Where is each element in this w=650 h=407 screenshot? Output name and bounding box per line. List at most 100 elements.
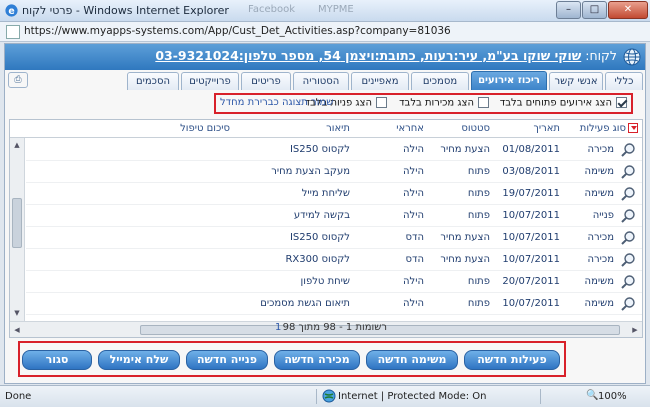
sort-down-icon[interactable] xyxy=(628,123,638,133)
cell-status: הצעת מחיר xyxy=(440,144,490,155)
header-date[interactable]: תאריך xyxy=(533,123,560,134)
status-separator xyxy=(316,389,317,404)
cell-owner: הילה xyxy=(403,188,424,199)
tab-events-summary[interactable]: ריכוז אירועים xyxy=(471,71,547,90)
url-text[interactable]: https://www.myapps-systems.com/App/Cust_… xyxy=(24,25,451,37)
grid-header: סוג פעילות תאריך סטטוס אחראי תיאור סיכום… xyxy=(10,120,642,138)
new-sale-button[interactable]: מכירה חדשה xyxy=(274,350,360,370)
table-row[interactable]: מכירה 01/08/2011 הצעת מחיר הילה לקסוס IS250 xyxy=(26,139,642,161)
cell-owner: הדס xyxy=(405,232,424,243)
cell-description: תיאום הגשת מסמכים xyxy=(260,298,350,309)
header-status[interactable]: סטטוס xyxy=(461,123,490,134)
tab-bar: כללי אנשי קשר ריכוז אירועים מסמכים מאפיי… xyxy=(5,70,645,90)
search-icon[interactable] xyxy=(620,274,636,290)
status-bar: Done Internet | Protected Mode: On 🔍 100… xyxy=(0,385,650,407)
search-icon[interactable] xyxy=(620,208,636,224)
cell-description: שיחת טלפון xyxy=(300,276,350,287)
cell-status: פתוח xyxy=(467,276,490,287)
cell-date: 10/07/2011 xyxy=(502,254,560,265)
new-activity-button[interactable]: פעילות חדשה xyxy=(464,350,560,370)
filter-open-events[interactable]: הצג אירועים פתוחים בלבד xyxy=(500,97,627,112)
scroll-up-icon[interactable]: ▲ xyxy=(12,140,22,150)
cell-date: 10/07/2011 xyxy=(502,210,560,221)
open-events-checkbox[interactable] xyxy=(616,97,627,108)
cell-owner: הילה xyxy=(403,298,424,309)
cell-description: מעקב הצעת מחיר xyxy=(271,166,350,177)
status-separator xyxy=(540,389,541,404)
tab-general[interactable]: כללי xyxy=(605,72,643,90)
vertical-scrollbar[interactable]: ▲ ▼ xyxy=(10,138,25,321)
internet-explorer-icon: e xyxy=(5,4,18,17)
cell-activity-type: משימה xyxy=(584,166,614,177)
close-button[interactable]: סגור xyxy=(22,350,92,370)
cell-activity-type: משימה xyxy=(584,188,614,199)
new-request-button[interactable]: פנייה חדשה xyxy=(186,350,268,370)
cell-status: פתוח xyxy=(467,298,490,309)
search-icon[interactable] xyxy=(620,296,636,312)
send-email-button[interactable]: שלח אימייל xyxy=(98,350,180,370)
scroll-down-icon[interactable]: ▼ xyxy=(12,308,22,318)
sales-only-label: הצג מכירות בלבד xyxy=(399,97,474,109)
tab-items[interactable]: פריטים xyxy=(241,72,291,90)
table-row[interactable]: מכירה 10/07/2011 הצעת מחיר הדס לקסוס RX300 xyxy=(26,249,642,271)
cell-activity-type: משימה xyxy=(584,298,614,309)
cell-owner: הילה xyxy=(403,166,424,177)
ghost-tab-facebook: Facebook xyxy=(248,4,295,15)
requests-only-checkbox[interactable] xyxy=(376,97,387,108)
tab-history[interactable]: הסטוריה xyxy=(293,72,349,90)
tab-agreements[interactable]: הסכמים xyxy=(127,72,179,90)
cell-owner: הילה xyxy=(403,210,424,221)
search-icon[interactable] xyxy=(620,230,636,246)
zoom-level[interactable]: 100% xyxy=(598,391,627,402)
table-row[interactable]: משימה 19/07/2011 פתוח הילה שליחת מייל xyxy=(26,183,642,205)
header-owner[interactable]: אחראי xyxy=(396,123,424,134)
customer-details[interactable]: שוקי שוקו בע"מ, עיר:רעות, כתובת:ויצמן 54… xyxy=(155,48,581,63)
print-icon[interactable]: ⎙ xyxy=(8,72,28,88)
tab-properties[interactable]: מאפיינים xyxy=(351,72,409,90)
customer-title: לקוח: שוקי שוקו בע"מ, עיר:רעות, כתובת:וי… xyxy=(155,48,617,63)
table-row[interactable]: משימה 03/08/2011 פתוח הילה מעקב הצעת מחיר xyxy=(26,161,642,183)
page-number-link[interactable]: 1 xyxy=(275,322,281,333)
window-title: פרטי לקוח - Windows Internet Explorer xyxy=(22,4,229,17)
page-icon xyxy=(6,25,20,39)
table-row[interactable]: פנייה 10/07/2011 פתוח הילה בקשה למידע xyxy=(26,205,642,227)
header-activity-type[interactable]: סוג פעילות xyxy=(580,123,638,134)
cell-activity-type: מכירה xyxy=(587,254,615,265)
sales-only-checkbox[interactable] xyxy=(478,97,489,108)
window-titlebar: e פרטי לקוח - Windows Internet Explorer … xyxy=(0,0,650,22)
page-content: לקוח: שוקי שוקו בע"מ, עיר:רעות, כתובת:וי… xyxy=(4,43,646,384)
customer-label: לקוח: xyxy=(585,48,617,63)
cell-description: לקסוס IS250 xyxy=(289,144,350,155)
cell-owner: הילה xyxy=(403,276,424,287)
zoom-icon[interactable]: 🔍 xyxy=(586,390,598,401)
vertical-scroll-thumb[interactable] xyxy=(12,198,22,248)
search-icon[interactable] xyxy=(620,252,636,268)
minimize-button[interactable]: – xyxy=(556,1,581,19)
tab-documents[interactable]: מסמכים xyxy=(411,72,469,90)
new-task-button[interactable]: משימה חדשה xyxy=(366,350,458,370)
filter-options-box: הצג אירועים פתוחים בלבד הצג מכירות בלבד … xyxy=(214,93,633,114)
header-description[interactable]: תיאור xyxy=(326,123,350,134)
cell-activity-type: מכירה xyxy=(587,232,615,243)
cell-activity-type: משימה xyxy=(584,276,614,287)
address-bar: https://www.myapps-systems.com/App/Cust_… xyxy=(0,22,650,42)
search-icon[interactable] xyxy=(620,164,636,180)
cell-activity-type: פנייה xyxy=(592,210,614,221)
cell-owner: הדס xyxy=(405,254,424,265)
cell-status: פתוח xyxy=(467,210,490,221)
filter-sales-only[interactable]: הצג מכירות בלבד xyxy=(399,97,489,112)
maximize-button[interactable]: □ xyxy=(582,1,607,19)
table-row[interactable]: מכירה 10/07/2011 הצעת מחיר הדס לקסוס IS250 xyxy=(26,227,642,249)
tab-contacts[interactable]: אנשי קשר xyxy=(549,72,603,90)
activities-grid: סוג פעילות תאריך סטטוס אחראי תיאור סיכום… xyxy=(9,119,643,338)
save-default-view-link[interactable]: שמור תצוגה כברירת מחדל xyxy=(220,97,333,108)
header-summary[interactable]: סיכום טיפול xyxy=(180,123,230,134)
close-window-button[interactable]: ✕ xyxy=(608,1,648,19)
table-row[interactable]: משימה 10/07/2011 פתוח הילה תיאום הגשת מסמכים xyxy=(26,293,642,315)
open-events-label: הצג אירועים פתוחים בלבד xyxy=(499,97,612,109)
search-icon[interactable] xyxy=(620,142,636,158)
cell-owner: הילה xyxy=(403,144,424,155)
table-row[interactable]: משימה 20/07/2011 פתוח הילה שיחת טלפון xyxy=(26,271,642,293)
search-icon[interactable] xyxy=(620,186,636,202)
tab-projects[interactable]: פרוייקטים xyxy=(181,72,239,90)
